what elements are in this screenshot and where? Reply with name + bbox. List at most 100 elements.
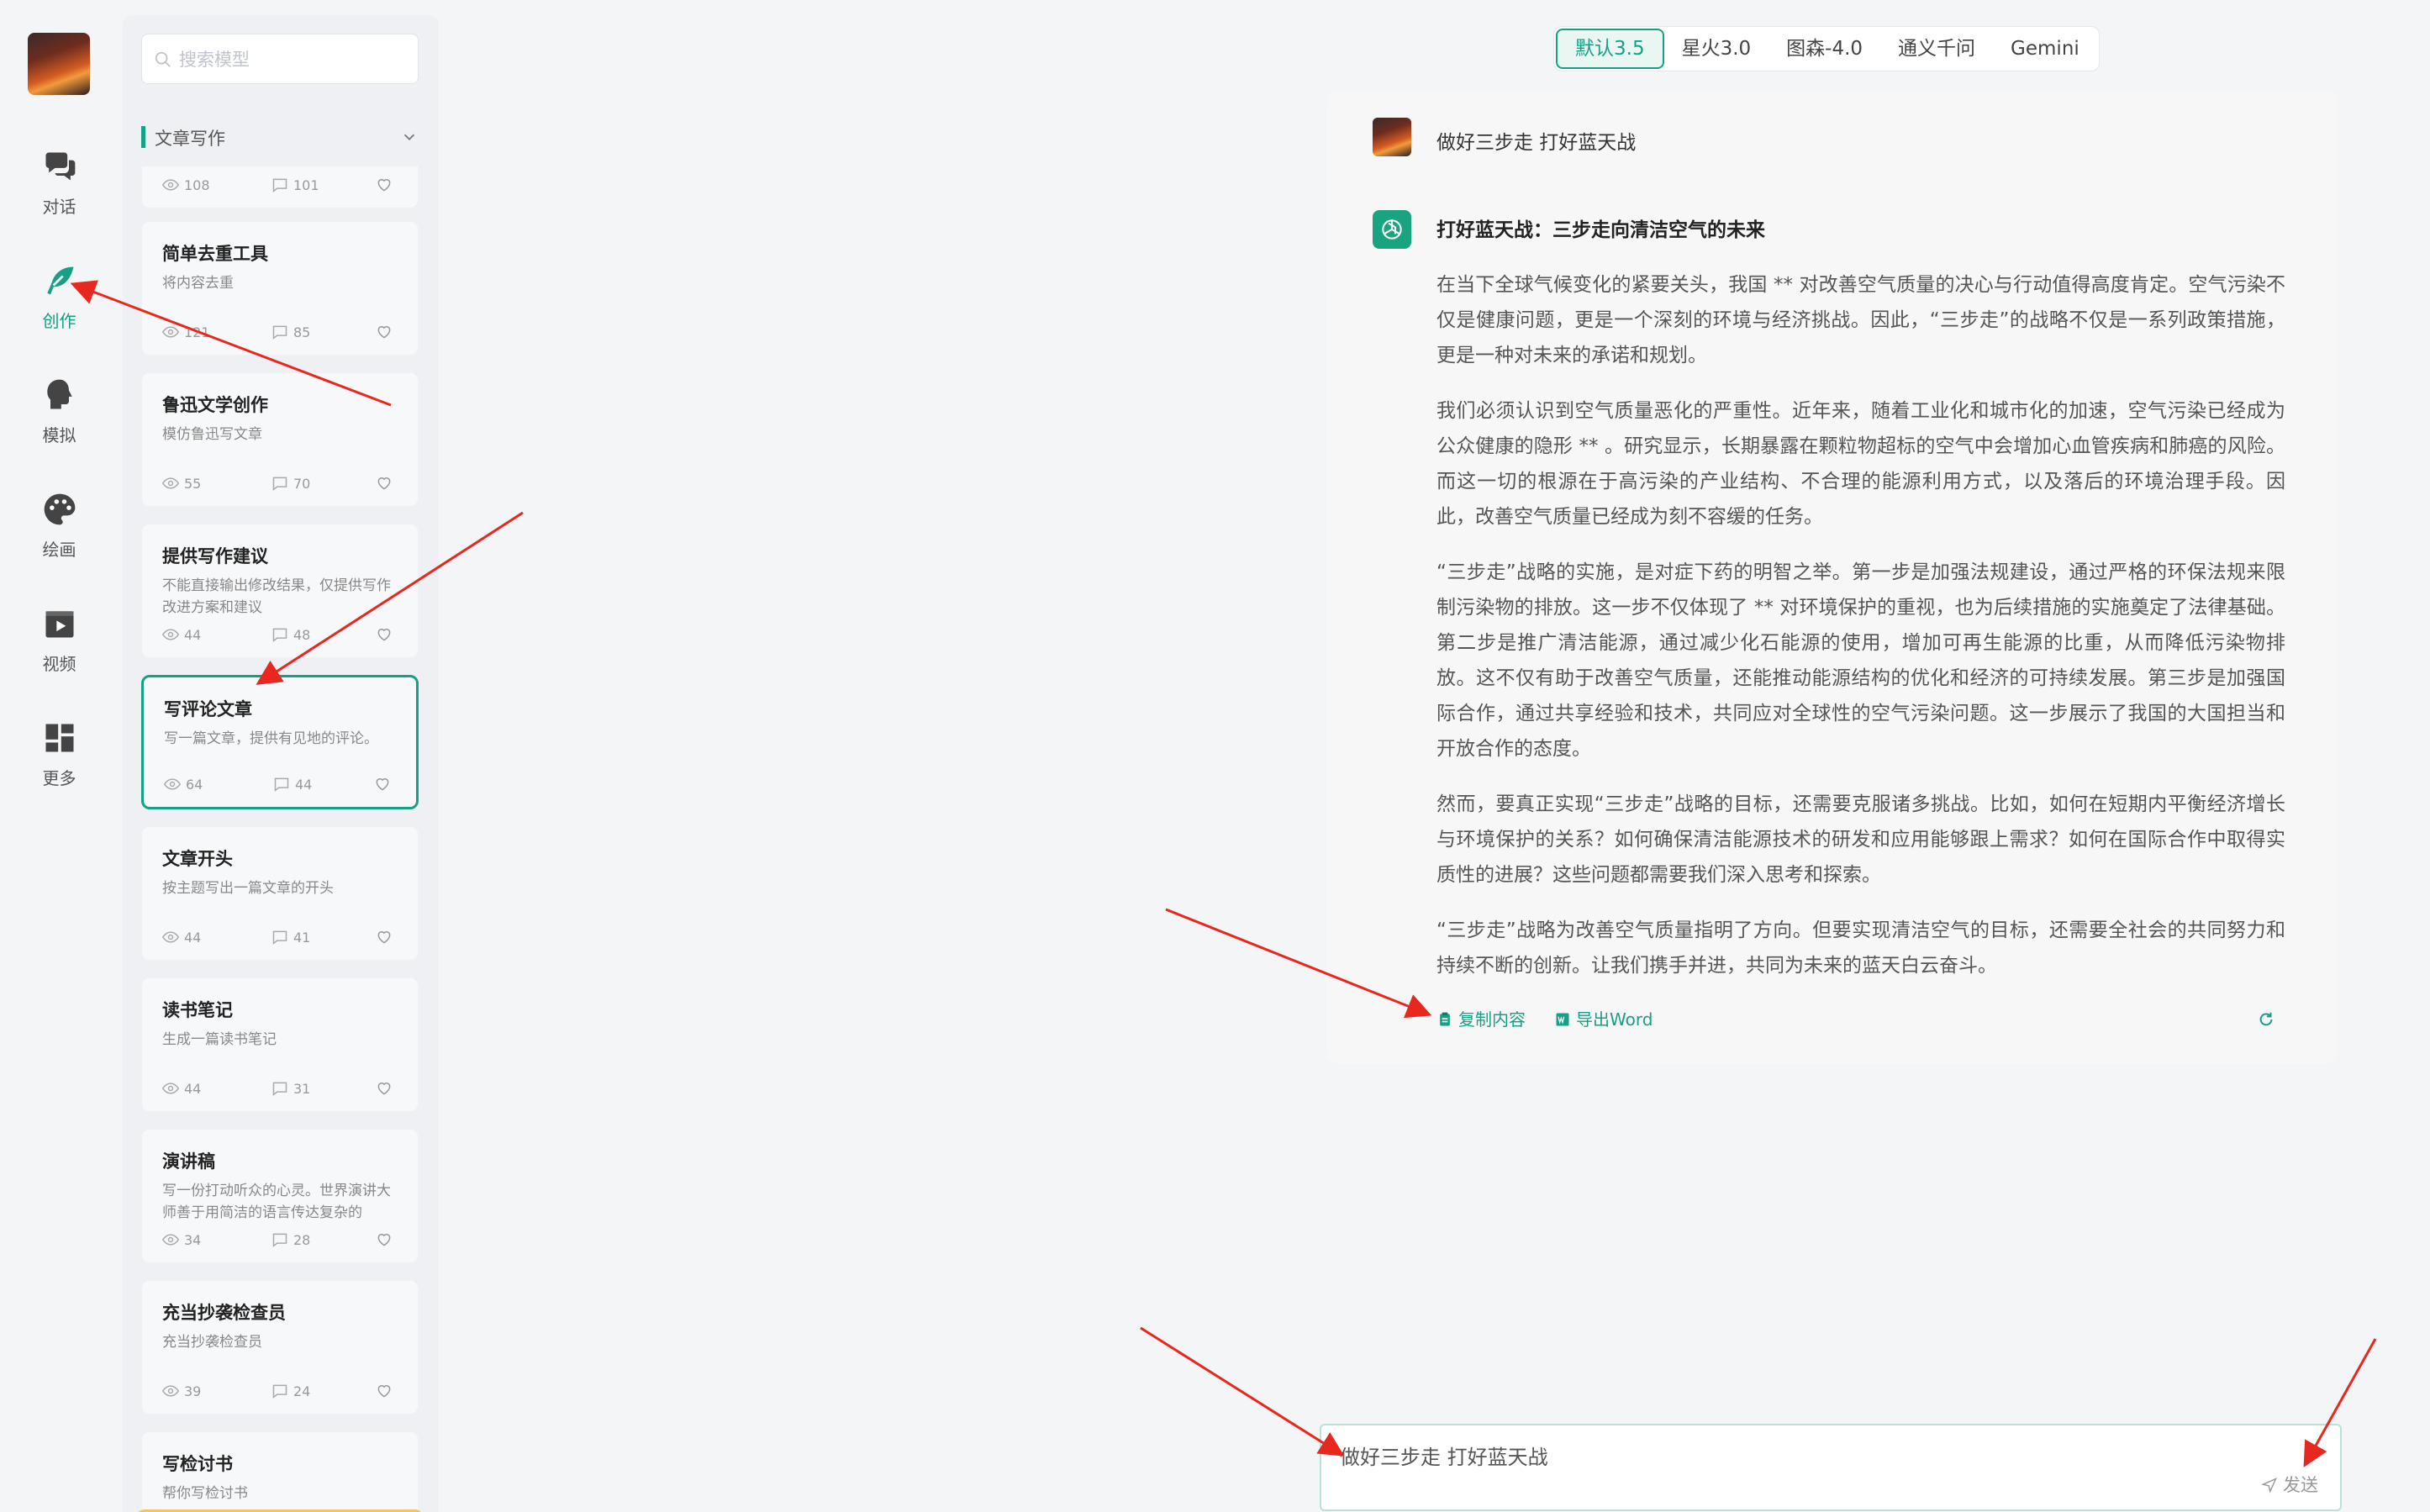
view-count: 55 <box>161 474 201 494</box>
rail-item-label: 视频 <box>42 654 76 674</box>
palette-icon <box>44 493 75 525</box>
comment-count: 31 <box>271 1079 310 1099</box>
feather-icon <box>46 266 73 295</box>
rail-item-video[interactable]: 视频 <box>0 605 119 689</box>
comment-icon <box>272 930 287 946</box>
video-icon <box>45 611 73 638</box>
card-desc: 帮你写检讨书 <box>162 1485 248 1502</box>
heart-icon[interactable] <box>376 1079 398 1099</box>
heart-icon[interactable] <box>376 1230 398 1251</box>
clipboard-icon <box>1440 1012 1450 1026</box>
eye-icon <box>161 1385 180 1397</box>
eye-icon <box>161 326 180 338</box>
comment-count: 41 <box>271 928 310 948</box>
answer-paragraph: 然而，要真正实现“三步走”战略的目标，还需要克服诸多挑战。比如，如何在短期内平衡… <box>1436 793 2285 886</box>
heart-icon[interactable] <box>376 474 398 494</box>
heart-icon[interactable] <box>376 1382 398 1402</box>
card-title: 鲁迅文学创作 <box>162 395 268 415</box>
answer-body: 打好蓝天战：三步走向清洁空气的未来 在当下全球气候变化的紧要关头，我国 ** 对… <box>1436 213 2285 1004</box>
template-card[interactable]: 108 101 <box>141 166 419 208</box>
card-stats: 108 101 <box>161 176 398 196</box>
heart-icon[interactable] <box>376 176 398 196</box>
card-stats: 55 70 <box>161 474 398 494</box>
eye-icon <box>161 931 180 943</box>
heart-icon[interactable] <box>374 775 396 795</box>
view-count: 44 <box>161 1079 201 1099</box>
model-tabs: 默认3.5 星火3.0 图森-4.0 通义千问 Gemini <box>1553 26 2100 71</box>
template-card-selected[interactable]: 写评论文章 写一篇文章，提供有见地的评论。 64 44 <box>141 675 419 809</box>
comment-icon <box>272 1233 287 1248</box>
category-header[interactable]: 文章写作 <box>141 123 419 151</box>
comment-icon <box>272 325 287 340</box>
chat-icon <box>45 152 75 181</box>
comment-count: 85 <box>271 323 310 343</box>
rail-item-label: 更多 <box>42 768 76 788</box>
send-icon <box>2261 1478 2277 1494</box>
answer-paragraph: 我们必须认识到空气质量恶化的严重性。近年来，随着工业化和城市化的加速，空气污染已… <box>1436 400 2285 528</box>
rail-item-more[interactable]: 更多 <box>0 719 119 803</box>
template-card[interactable]: 充当抄袭检查员 充当抄袭检查员 39 24 <box>141 1280 419 1415</box>
word-icon <box>1556 1013 1569 1026</box>
template-card[interactable]: 简单去重工具 将内容去重 121 85 <box>141 221 419 356</box>
tab-model-tongyi[interactable]: 通义千问 <box>1880 29 1993 69</box>
view-count: 34 <box>161 1230 201 1251</box>
eye-icon <box>161 179 180 191</box>
eye-icon <box>161 1083 180 1094</box>
rail-item-simulate[interactable]: 模拟 <box>0 377 119 461</box>
view-count: 39 <box>161 1382 201 1402</box>
export-word-button[interactable]: 导出Word <box>1554 1005 1653 1034</box>
avatar[interactable] <box>28 33 90 95</box>
template-panel: 文章写作 108 101 简单去重工具 将内容去重 121 85 鲁迅文学创 <box>123 15 439 1512</box>
template-card[interactable]: 鲁迅文学创作 模仿鲁迅写文章 55 70 <box>141 372 419 507</box>
answer-paragraph: “三步走”战略的实施，是对症下药的明智之举。第一步是加强法规建设，通过严格的环保… <box>1436 561 2285 760</box>
template-card[interactable]: 文章开头 按主题写出一篇文章的开头 44 41 <box>141 826 419 961</box>
comment-count: 48 <box>271 625 310 645</box>
view-count: 64 <box>163 775 203 795</box>
card-title: 写检讨书 <box>162 1454 233 1474</box>
bot-avatar <box>1373 210 1411 249</box>
rail-item-create[interactable]: 创作 <box>0 262 119 346</box>
rail-item-paint[interactable]: 绘画 <box>0 491 119 575</box>
card-desc: 将内容去重 <box>162 275 234 292</box>
tab-model-spark[interactable]: 星火3.0 <box>1664 29 1769 69</box>
chevron-down-icon[interactable] <box>400 128 419 146</box>
eye-icon <box>161 629 180 640</box>
card-desc: 写一份打动听众的心灵。世界演讲大师善于用简洁的语言传达复杂的 <box>162 1183 391 1221</box>
template-card[interactable]: 写检讨书 帮你写检讨书 <box>141 1431 419 1512</box>
heart-icon[interactable] <box>376 625 398 645</box>
card-title: 充当抄袭检查员 <box>162 1303 286 1323</box>
answer-title: 打好蓝天战：三步走向清洁空气的未来 <box>1436 219 1765 241</box>
template-list: 108 101 简单去重工具 将内容去重 121 85 鲁迅文学创作 模仿鲁迅写… <box>141 166 419 1512</box>
card-desc: 写一篇文章，提供有见地的评论。 <box>164 730 378 747</box>
left-rail: 对话 创作 模拟 绘画 视频 更多 <box>0 0 119 1512</box>
tab-model-default[interactable]: 默认3.5 <box>1556 29 1664 69</box>
template-card[interactable]: 提供写作建议 不能直接输出修改结果，仅提供写作改进方案和建议 44 48 <box>141 524 419 658</box>
comment-icon <box>272 1082 287 1097</box>
grid-icon <box>45 724 73 752</box>
template-card[interactable]: 演讲稿 写一份打动听众的心灵。世界演讲大师善于用简洁的语言传达复杂的 34 28 <box>141 1129 419 1263</box>
tab-model-tusen[interactable]: 图森-4.0 <box>1768 29 1880 69</box>
card-stats: 39 24 <box>161 1382 398 1402</box>
card-title: 写评论文章 <box>164 699 252 719</box>
search-icon <box>155 51 171 67</box>
card-title: 读书笔记 <box>162 1000 233 1020</box>
card-title: 演讲稿 <box>162 1151 215 1172</box>
copy-button[interactable]: 复制内容 <box>1436 1005 1526 1034</box>
category-label: 文章写作 <box>155 129 225 149</box>
template-card[interactable]: 读书笔记 生成一篇读书笔记 44 31 <box>141 977 419 1112</box>
view-count: 108 <box>161 176 210 196</box>
view-count: 121 <box>161 323 210 343</box>
view-count: 44 <box>161 625 201 645</box>
comment-icon <box>272 628 287 643</box>
rail-item-chat[interactable]: 对话 <box>0 148 119 232</box>
message-input[interactable]: 做好三步走 打好蓝天战 <box>1340 1441 2180 1474</box>
heart-icon[interactable] <box>376 928 398 948</box>
tab-model-gemini[interactable]: Gemini <box>1993 29 2097 69</box>
refresh-icon[interactable] <box>2257 1010 2275 1029</box>
card-title: 文章开头 <box>162 849 233 869</box>
send-button[interactable]: 发送 <box>2261 1472 2318 1498</box>
search-box[interactable] <box>141 34 419 84</box>
heart-icon[interactable] <box>376 323 398 343</box>
card-stats: 44 31 <box>161 1079 398 1099</box>
search-input[interactable] <box>179 45 406 75</box>
